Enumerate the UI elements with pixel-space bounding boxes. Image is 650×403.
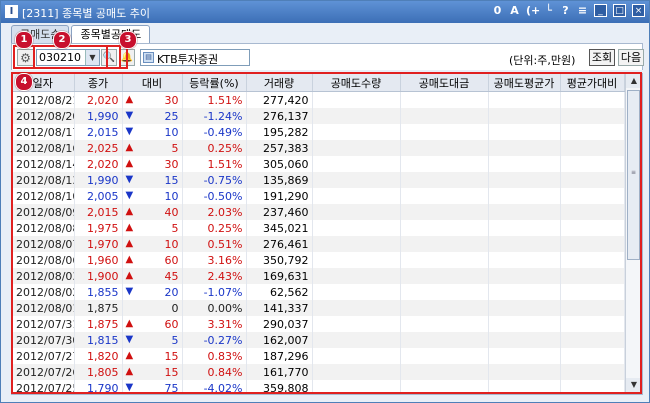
stock-name: KTB투자증권	[157, 53, 219, 66]
stock-type-icon: ▤	[143, 52, 154, 63]
stock-name-field[interactable]: ▤ KTB투자증권	[140, 49, 250, 66]
pin-icon[interactable]: └	[543, 4, 554, 17]
title-toolbar: 0 A (+ └ ? ≡ _ □ ×	[492, 4, 645, 17]
title-bar[interactable]: I [2311] 종목별 공매도 추이 0 A (+ └ ? ≡ _ □ ×	[1, 1, 649, 23]
badge-1: 1	[15, 31, 33, 49]
help-icon[interactable]: ?	[560, 4, 571, 17]
tab-stock-short-selling[interactable]: 종목별공매도	[71, 25, 151, 43]
query-button[interactable]: 조회	[589, 49, 615, 66]
window-title: [2311] 종목별 공매도 추이	[22, 7, 151, 20]
maximize-button[interactable]: □	[613, 4, 626, 17]
close-button[interactable]: ×	[632, 4, 645, 17]
badge-3: 3	[119, 31, 137, 49]
zero-icon[interactable]: 0	[492, 4, 503, 17]
link-icon[interactable]: (+	[526, 4, 540, 17]
font-icon[interactable]: A	[509, 4, 520, 17]
minimize-button[interactable]: _	[594, 4, 607, 17]
window: I [2311] 종목별 공매도 추이 0 A (+ └ ? ≡ _ □ × 공…	[0, 0, 650, 403]
highlight-grid	[11, 72, 642, 394]
menu-icon[interactable]: ≡	[577, 4, 588, 17]
badge-4: 4	[15, 73, 33, 91]
app-icon: I	[5, 5, 18, 18]
badge-2: 2	[53, 31, 71, 49]
next-button[interactable]: 다음	[618, 49, 644, 66]
unit-label: (단위:주,만원)	[509, 54, 576, 67]
